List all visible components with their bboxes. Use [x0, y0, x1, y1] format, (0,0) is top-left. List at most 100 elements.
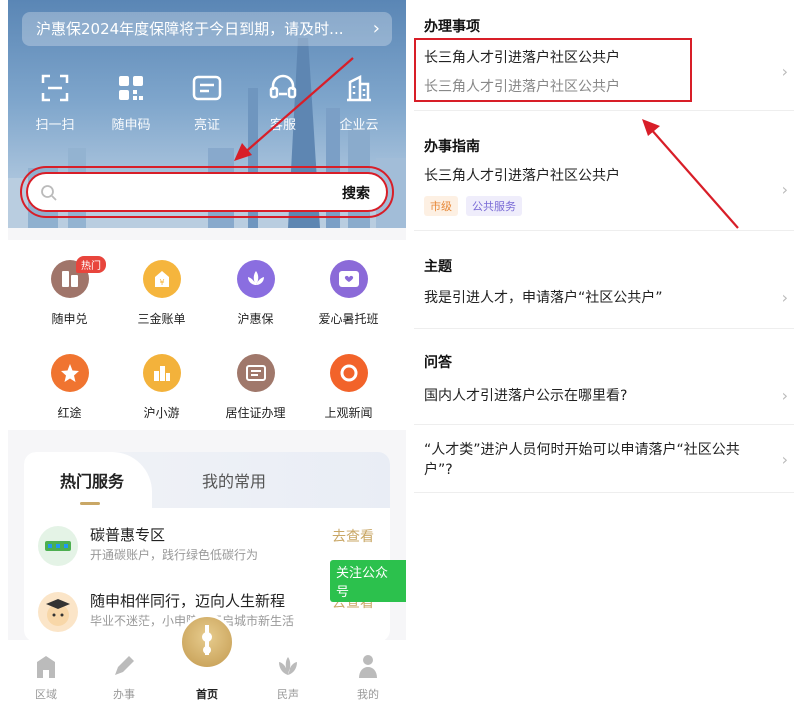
topic-item[interactable]: 我是引进人才，申请落户“社区公共户” › [414, 288, 794, 312]
search-bar[interactable]: 搜索 [20, 166, 394, 218]
guide-item[interactable]: 长三角人才引进落户社区公共户 市级 公共服务 › [414, 166, 794, 222]
person-icon [338, 652, 398, 680]
chevron-right-icon: › [372, 18, 380, 39]
heart-card-icon [329, 260, 368, 298]
district-icon [16, 652, 76, 680]
app-hongtu[interactable]: 红途 [20, 354, 119, 421]
app-label: 三金账单 [137, 312, 186, 326]
tab-underline [80, 502, 100, 505]
section-title-guide: 办事指南 [424, 139, 480, 155]
app-shangguan-news[interactable]: 上观新闻 [299, 354, 398, 421]
quick-label: 亮证 [193, 118, 220, 133]
flower-icon [258, 652, 318, 680]
lotus-icon [236, 260, 275, 298]
qa-item[interactable]: 国内人才引进落户公示在哪里看? › [414, 386, 794, 410]
tab-label: 区域 [35, 688, 57, 701]
service-title: 随申相伴同行，迈向人生新程 [90, 592, 286, 610]
app-suishendui[interactable]: 热门 随申兑 [20, 256, 119, 327]
app-huxiaoyou[interactable]: 沪小游 [112, 354, 211, 421]
section-title-topic: 主题 [424, 259, 452, 275]
tag-public-service: 公共服务 [466, 196, 522, 216]
hero-banner: 沪惠保2024年度保障将于今日到期，请及时... › 扫一扫 随申码 亮证 客服… [8, 0, 406, 228]
tab-hot-services[interactable]: 热门服务 [24, 452, 152, 508]
tab-label: 民声 [277, 688, 299, 701]
app-label: 沪小游 [143, 406, 180, 420]
service-tabs: 热门服务 我的常用 [24, 452, 390, 508]
app-label: 随申兑 [51, 312, 88, 326]
qr-code-icon [114, 72, 148, 104]
quick-label: 客服 [269, 118, 296, 133]
item-subtitle: 长三角人才引进落户社区公共户 [424, 79, 620, 95]
svg-text:¥: ¥ [159, 278, 164, 287]
divider [414, 424, 794, 425]
tab-my-frequent[interactable]: 我的常用 [202, 468, 266, 492]
divider [414, 492, 794, 493]
carbon-logo-icon [38, 526, 78, 566]
follow-official-account-button[interactable]: 关注公众号 [330, 560, 406, 602]
expiry-notice-bar[interactable]: 沪惠保2024年度保障将于今日到期，请及时... › [22, 12, 392, 46]
quick-actions: 扫一扫 随申码 亮证 客服 企业云 [20, 72, 394, 133]
item-title: 我是引进人才，申请落户“社区公共户” [424, 290, 663, 306]
app-sanjin-bill[interactable]: ¥ 三金账单 [112, 260, 211, 327]
tab-label: 首页 [196, 688, 218, 701]
divider [414, 110, 794, 111]
app-label: 上观新闻 [324, 406, 373, 420]
tab-label: 办事 [113, 688, 135, 701]
qa-item[interactable]: “人才类”进沪人员何时开始可以申请落户“社区公共户”? › [414, 440, 794, 484]
tab-home-spacer [177, 652, 237, 680]
building-icon [342, 72, 376, 104]
section-title-handle: 办理事项 [424, 19, 480, 35]
chevron-right-icon: › [781, 386, 788, 405]
tab-home[interactable]: 首页 [177, 652, 237, 702]
app-huhuibao[interactable]: 沪惠保 [206, 260, 305, 327]
search-icon [41, 185, 57, 201]
quick-id-card[interactable]: 亮证 [172, 72, 242, 133]
item-title: 长三角人才引进落户社区公共户 [424, 50, 620, 66]
tab-services[interactable]: 办事 [94, 652, 154, 702]
tab-label: 我的 [357, 688, 379, 701]
headset-icon [266, 72, 300, 104]
quick-label: 企业云 [339, 118, 379, 133]
tab-district[interactable]: 区域 [16, 652, 76, 702]
chevron-right-icon: › [781, 180, 788, 199]
item-title: 国内人才引进落户公示在哪里看? [424, 388, 628, 404]
app-label: 红途 [57, 406, 82, 420]
divider [414, 230, 794, 231]
coin-icon: ¥ [142, 260, 181, 298]
tab-mine[interactable]: 我的 [338, 652, 398, 702]
tab-label: 热门服务 [60, 472, 125, 491]
handle-item[interactable]: 长三角人才引进落户社区公共户 长三角人才引进落户社区公共户 › [414, 48, 794, 108]
graduate-mascot-icon [38, 592, 78, 632]
app-label: 爱心暑托班 [318, 312, 379, 326]
bottom-tabbar: 区域 办事 首页 民声 我的 [8, 614, 406, 705]
pen-icon [94, 652, 154, 680]
view-button[interactable]: 去查看 [332, 526, 374, 546]
app-residence-permit[interactable]: 居住证办理 [206, 354, 305, 421]
right-search-results: 办理事项 长三角人才引进落户社区公共户 长三角人才引进落户社区公共户 › 办事指… [414, 0, 798, 705]
notice-text: 沪惠保2024年度保障将于今日到期，请及时... [36, 20, 344, 38]
search-button[interactable]: 搜索 [342, 183, 370, 203]
tab-public-voice[interactable]: 民声 [258, 652, 318, 702]
item-title: 长三角人才引进落户社区公共户 [424, 168, 620, 184]
news-ring-icon [329, 354, 368, 392]
chevron-right-icon: › [781, 288, 788, 307]
scan-icon [38, 72, 72, 104]
app-grid: 热门 随申兑 ¥ 三金账单 沪惠保 爱心暑托班 红途 沪小游 居住证办理 上观新… [8, 240, 406, 430]
chevron-right-icon: › [781, 450, 788, 469]
star-icon [50, 354, 89, 392]
divider [414, 328, 794, 329]
chevron-right-icon: › [781, 62, 788, 81]
city-icon [142, 354, 181, 392]
tag-group: 市级 公共服务 [424, 196, 624, 216]
app-label: 居住证办理 [225, 406, 286, 420]
quick-enterprise-cloud[interactable]: 企业云 [324, 72, 394, 133]
quick-qr-code[interactable]: 随申码 [96, 72, 166, 133]
app-summer-care[interactable]: 爱心暑托班 [299, 260, 398, 327]
service-subtitle: 开通碳账户，践行绿色低碳行为 [90, 548, 259, 562]
quick-scan[interactable]: 扫一扫 [20, 72, 90, 133]
service-item-carbon[interactable]: 碳普惠专区 开通碳账户，践行绿色低碳行为 去查看 [38, 524, 378, 574]
quick-customer-service[interactable]: 客服 [248, 72, 318, 133]
item-title: “人才类”进沪人员何时开始可以申请落户“社区公共户”? [424, 442, 740, 478]
left-phone-screen: 沪惠保2024年度保障将于今日到期，请及时... › 扫一扫 随申码 亮证 客服… [8, 0, 406, 705]
id-card-icon [190, 72, 224, 104]
